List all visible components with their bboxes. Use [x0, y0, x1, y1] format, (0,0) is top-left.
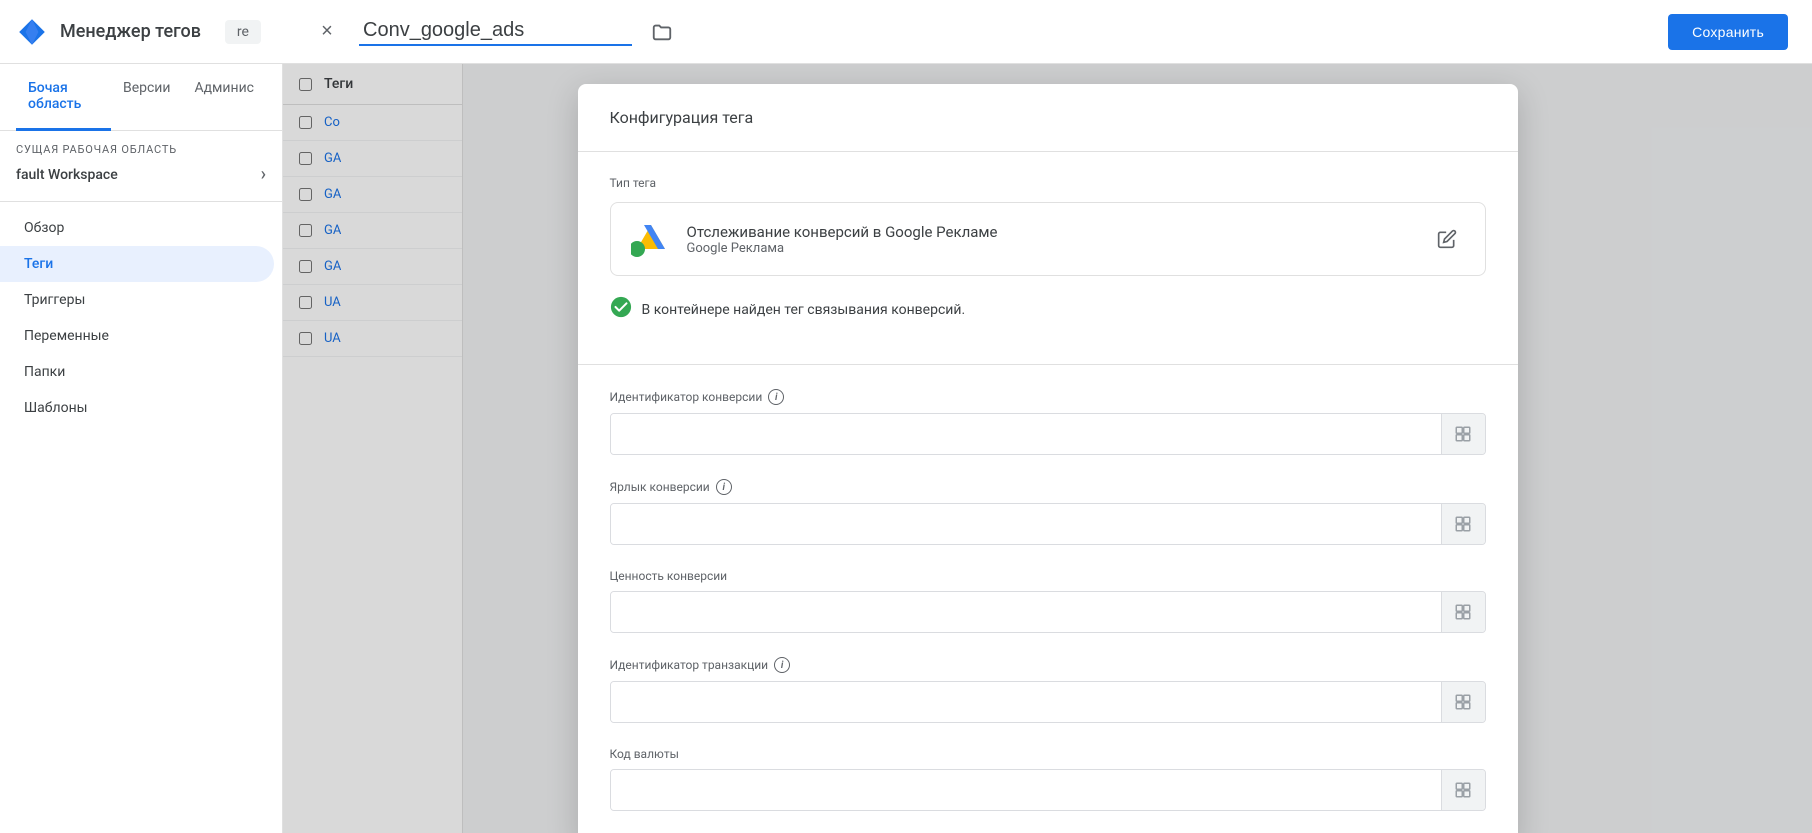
help-icon-transaction-id[interactable]: i	[774, 657, 790, 673]
close-button[interactable]: ×	[307, 12, 347, 52]
container-label: re	[225, 20, 261, 44]
workspace-name-text: fault Workspace	[16, 167, 118, 183]
nav-item-overview[interactable]: Обзор	[0, 210, 274, 246]
tag-config-section: Конфигурация тега	[578, 84, 1518, 152]
field-input-row-conversion-value	[610, 591, 1486, 633]
tag-type-left: Отслеживание конверсий в Google Рекламе …	[631, 219, 998, 259]
variable-picker-transaction-id[interactable]	[1441, 682, 1485, 722]
modal-section-title: Конфигурация тега	[610, 108, 1486, 127]
tag-config-modal: Конфигурация тега Тип тега Отслеживание	[578, 84, 1518, 833]
nav-item-templates[interactable]: Шаблоны	[0, 390, 274, 426]
help-icon-conversion-label[interactable]: i	[716, 479, 732, 495]
tag-editor-header: × Сохранить	[283, 0, 1812, 64]
form-field-transaction-id: Идентификатор транзакции i	[610, 657, 1486, 723]
variable-picker-conversion-label[interactable]	[1441, 504, 1485, 544]
google-ads-icon	[631, 219, 671, 259]
tag-name-input[interactable]	[359, 17, 632, 46]
field-input-row-conversion-id	[610, 413, 1486, 455]
sub-nav: Бочая область Версии Админис	[0, 64, 282, 131]
form-field-conversion-label: Ярлык конверсии i	[610, 479, 1486, 545]
success-notice: В контейнере найден тег связывания конве…	[610, 292, 1486, 340]
workspace-section: СУЩАЯ РАБОЧАЯ ОБЛАСТЬ fault Workspace ›	[0, 131, 282, 202]
success-text: В контейнере найден тег связывания конве…	[642, 302, 966, 318]
variable-icon	[1454, 515, 1472, 533]
help-icon-conversion-id[interactable]: i	[768, 389, 784, 405]
edit-tag-type-button[interactable]	[1429, 221, 1465, 257]
save-button[interactable]: Сохранить	[1668, 14, 1788, 50]
form-field-conversion-id: Идентификатор конверсии i	[610, 389, 1486, 455]
conversion-value-input[interactable]	[611, 592, 1441, 632]
field-input-row-transaction-id	[610, 681, 1486, 723]
nav-item-variables[interactable]: Переменные	[0, 318, 274, 354]
field-label-conversion-value: Ценность конверсии	[610, 569, 1486, 583]
field-input-row-currency-code	[610, 769, 1486, 811]
field-label-currency-code: Код валюты	[610, 747, 1486, 761]
variable-icon	[1454, 425, 1472, 443]
chevron-right-icon: ›	[261, 164, 266, 185]
variable-picker-currency-code[interactable]	[1441, 770, 1485, 810]
conversion-id-input[interactable]	[611, 414, 1441, 454]
field-label-conversion-id: Идентификатор конверсии i	[610, 389, 1486, 405]
success-check-icon	[610, 296, 632, 324]
variable-icon	[1454, 603, 1472, 621]
field-label-transaction-id: Идентификатор транзакции i	[610, 657, 1486, 673]
field-input-row-conversion-label	[610, 503, 1486, 545]
tag-type-sub: Google Реклама	[687, 241, 998, 256]
pencil-icon	[1437, 229, 1457, 249]
subnav-workspace[interactable]: Бочая область	[16, 64, 111, 131]
form-field-conversion-value: Ценность конверсии	[610, 569, 1486, 633]
app-title: Менеджер тегов	[60, 21, 201, 42]
modal-overlay: Конфигурация тега Тип тега Отслеживание	[283, 64, 1812, 833]
workspace-section-label: СУЩАЯ РАБОЧАЯ ОБЛАСТЬ	[16, 143, 266, 156]
subnav-admin[interactable]: Админис	[182, 64, 266, 131]
tag-type-info: Отслеживание конверсий в Google Рекламе …	[687, 223, 998, 256]
form-field-currency-code: Код валюты	[610, 747, 1486, 811]
variable-icon	[1454, 693, 1472, 711]
variable-picker-conversion-value[interactable]	[1441, 592, 1485, 632]
content-area: Теги Co GA GA GA GA	[283, 64, 1812, 833]
form-section: Идентификатор конверсии i	[578, 365, 1518, 833]
variable-picker-conversion-id[interactable]	[1441, 414, 1485, 454]
tag-type-card[interactable]: Отслеживание конверсий в Google Рекламе …	[610, 202, 1486, 276]
conversion-label-input[interactable]	[611, 504, 1441, 544]
checkmark-circle-icon	[610, 296, 632, 318]
subnav-versions[interactable]: Версии	[111, 64, 183, 131]
nav-list: Обзор Теги Триггеры Переменные Папки Шаб…	[0, 202, 282, 434]
nav-item-tags[interactable]: Теги	[0, 246, 274, 282]
transaction-id-input[interactable]	[611, 682, 1441, 722]
tag-type-label: Тип тега	[610, 176, 1486, 190]
folder-button[interactable]	[644, 14, 680, 50]
sidebar: Бочая область Версии Админис СУЩАЯ РАБОЧ…	[0, 64, 283, 833]
tag-type-name: Отслеживание конверсий в Google Рекламе	[687, 223, 998, 241]
variable-icon	[1454, 781, 1472, 799]
field-label-conversion-label: Ярлык конверсии i	[610, 479, 1486, 495]
tag-type-section: Тип тега Отслеживание конверсий в Google…	[578, 152, 1518, 365]
nav-item-folders[interactable]: Папки	[0, 354, 274, 390]
nav-item-triggers[interactable]: Триггеры	[0, 282, 274, 318]
workspace-name-btn[interactable]: fault Workspace ›	[16, 160, 266, 189]
folder-icon	[651, 21, 673, 43]
currency-code-input[interactable]	[611, 770, 1441, 810]
gtm-logo	[16, 16, 48, 48]
